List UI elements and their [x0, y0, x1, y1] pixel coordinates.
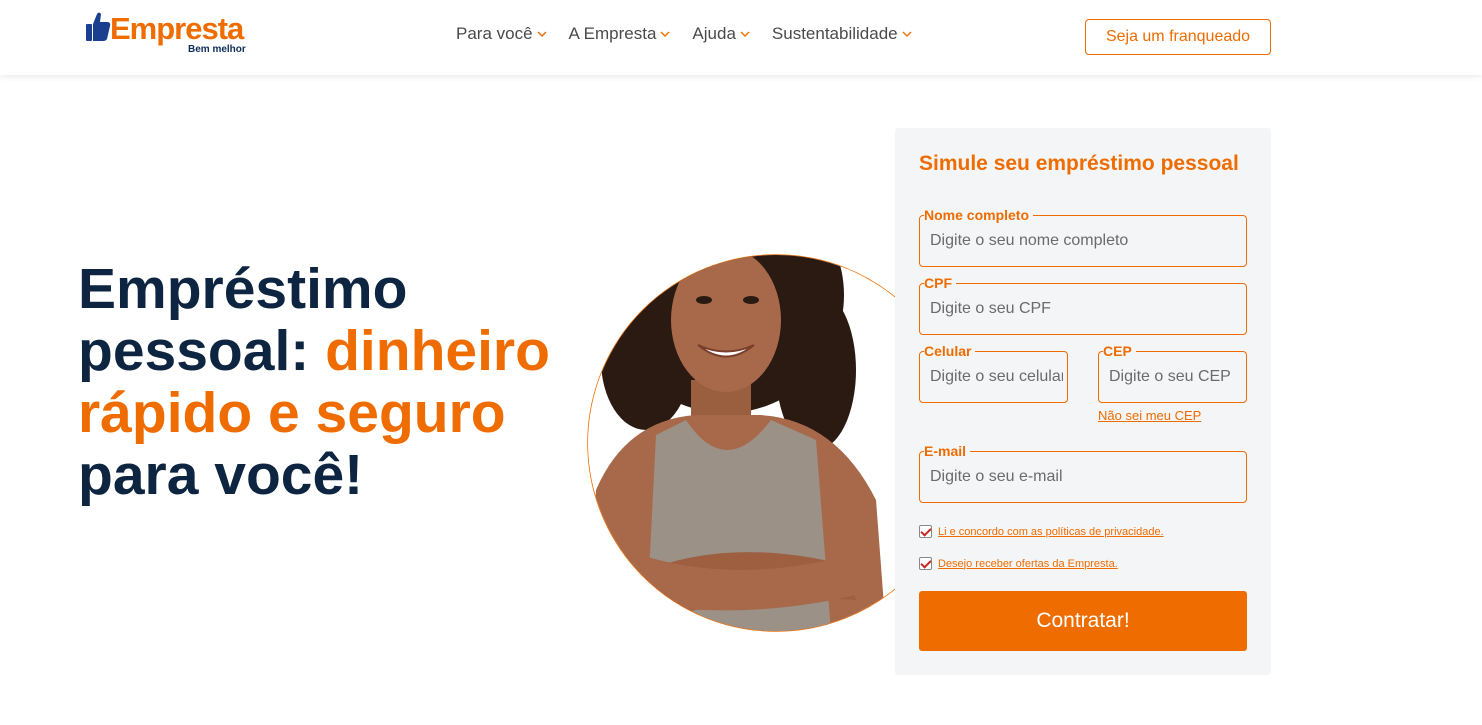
- nav-item-label: Para você: [456, 24, 533, 43]
- form-title: Simule seu empréstimo pessoal: [919, 152, 1239, 175]
- main-nav: Para você A Empresta Ajuda Sustentabilidade: [456, 24, 912, 44]
- cpf-field: CPF: [919, 275, 1247, 335]
- contract-submit-button[interactable]: Contratar!: [919, 591, 1247, 651]
- nav-item-2[interactable]: Ajuda: [692, 24, 750, 44]
- hero-portrait-image: [586, 170, 896, 632]
- site-header: Empresta Bem melhor Para você A Empresta A…: [0, 0, 1482, 75]
- offers-checkbox[interactable]: [919, 557, 932, 570]
- nav-item-3[interactable]: Sustentabilidade: [772, 24, 912, 44]
- loan-simulation-form: Simule seu empréstimo pessoal Nome compl…: [895, 128, 1271, 675]
- nav-item-label: Ajuda: [692, 24, 736, 43]
- brand-name: Empresta: [110, 11, 244, 46]
- name-field: Nome completo: [919, 207, 1247, 267]
- offers-link[interactable]: Desejo receber ofertas da Empresta.: [938, 558, 1118, 570]
- cep-input[interactable]: [1109, 352, 1242, 402]
- name-input[interactable]: [930, 216, 1242, 266]
- chevron-down-icon: [740, 31, 750, 37]
- hero-headline: Empréstimo pessoal: dinheiro rápido e se…: [78, 258, 598, 506]
- phone-field: Celular: [919, 343, 1068, 403]
- chevron-down-icon: [902, 31, 912, 37]
- offers-consent-row: Desejo receber ofertas da Empresta.: [919, 557, 1118, 570]
- unknown-cep-link[interactable]: Não sei meu CEP: [1098, 408, 1201, 423]
- privacy-checkbox[interactable]: [919, 525, 932, 538]
- nav-item-label: A Empresta: [568, 24, 657, 43]
- thumbs-up-icon: [86, 12, 111, 41]
- privacy-consent-row: Li e concordo com as políticas de privac…: [919, 525, 1164, 538]
- nav-item-1[interactable]: A Empresta: [569, 24, 671, 44]
- hero-line-2-accent: dinheiro: [325, 319, 550, 383]
- cpf-input[interactable]: [930, 284, 1242, 334]
- hero-line-3: rápido e seguro: [78, 381, 506, 445]
- hero-line-1: Empréstimo: [78, 257, 408, 321]
- email-field: E-mail: [919, 443, 1247, 503]
- phone-input[interactable]: [930, 352, 1063, 402]
- nav-item-label: Sustentabilidade: [771, 24, 898, 43]
- brand-tagline: Bem melhor: [188, 44, 246, 55]
- cep-field: CEP: [1098, 343, 1247, 403]
- hero-line-4: para você!: [78, 443, 364, 507]
- brand-logo[interactable]: Empresta Bem melhor: [85, 9, 255, 59]
- franchise-button[interactable]: Seja um franqueado: [1085, 19, 1271, 55]
- chevron-down-icon: [660, 31, 670, 37]
- chevron-down-icon: [537, 31, 547, 37]
- privacy-policy-link[interactable]: Li e concordo com as políticas de privac…: [938, 526, 1164, 538]
- nav-item-0[interactable]: Para você: [456, 24, 547, 44]
- hero-line-2: pessoal:: [78, 319, 326, 383]
- email-input[interactable]: [930, 452, 1242, 502]
